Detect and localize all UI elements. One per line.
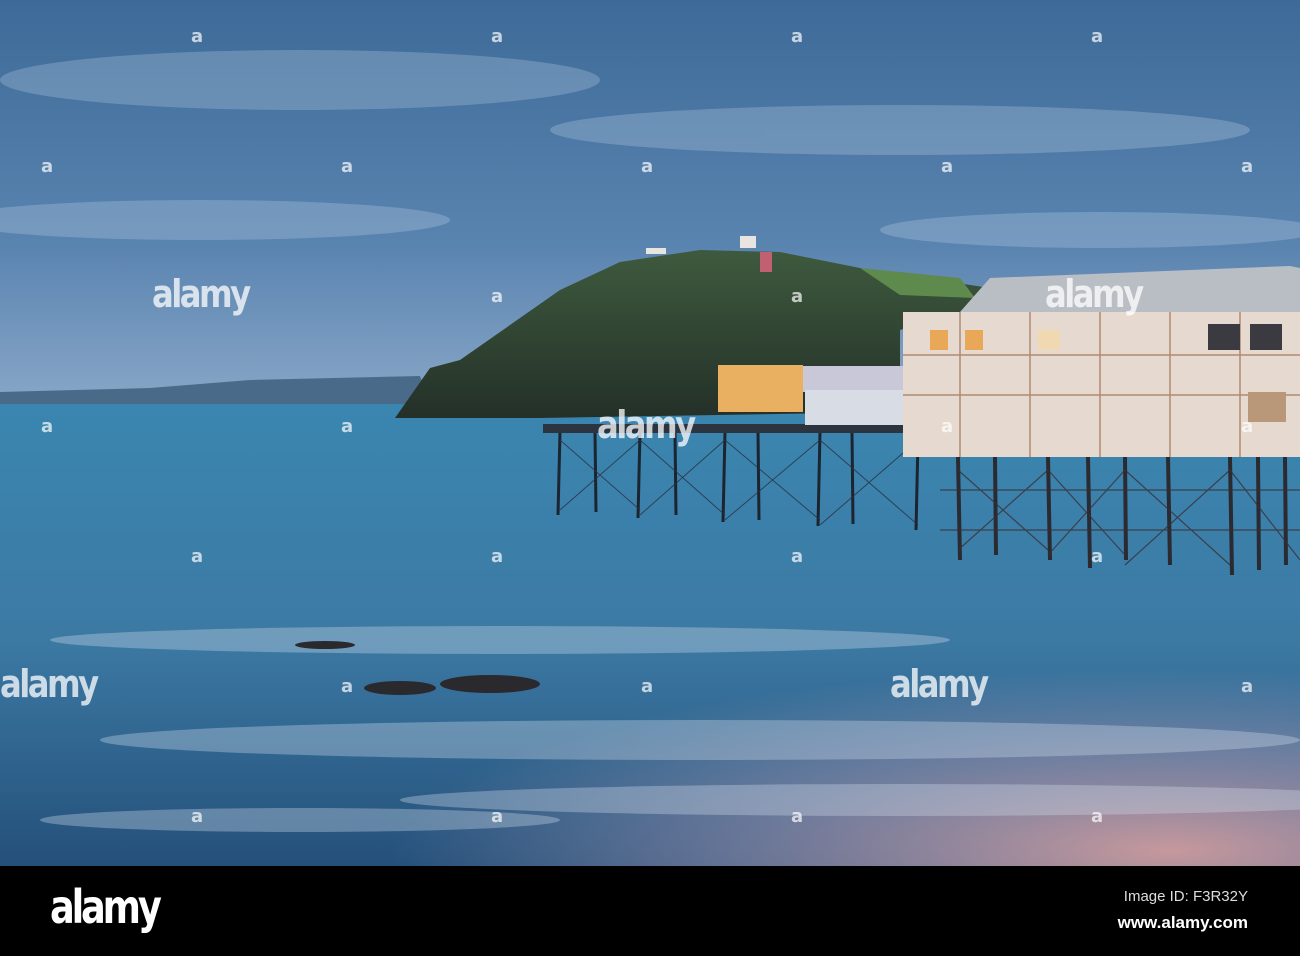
pier-shelter — [805, 390, 905, 425]
site-url: www.alamy.com — [1117, 913, 1248, 932]
watermark-mark: a — [791, 26, 804, 47]
watermark-mark: a — [191, 26, 204, 47]
watermark: alamy — [890, 662, 989, 706]
watermark-mark: a — [791, 286, 804, 307]
watermark-mark: a — [491, 806, 504, 827]
watermark-mark: a — [191, 546, 204, 567]
watermark-mark: a — [341, 676, 354, 697]
watermark-mark: a — [491, 286, 504, 307]
watermark-mark: a — [1091, 546, 1104, 567]
watermark: alamy — [152, 272, 251, 316]
watermark-mark: a — [1091, 26, 1104, 47]
watermark-mark: a — [191, 806, 204, 827]
footer-bar: alamy Image ID: F3R32Y www.alamy.com — [0, 866, 1300, 956]
photo-frame: alamy alamy alamy alamy alamy a a a a a … — [0, 0, 1300, 956]
watermark-mark: a — [41, 416, 54, 437]
watermark-mark: a — [1241, 156, 1254, 177]
watermark-mark: a — [641, 156, 654, 177]
watermark-mark: a — [1241, 416, 1254, 437]
watermark-mark: a — [491, 546, 504, 567]
watermark-mark: a — [941, 416, 954, 437]
watermark-mark: a — [341, 416, 354, 437]
watermark-mark: a — [791, 806, 804, 827]
lit-hotel — [718, 365, 803, 412]
watermark-mark: a — [41, 156, 54, 177]
watermark-mark: a — [341, 156, 354, 177]
watermark-mark: a — [791, 546, 804, 567]
alamy-logo: alamy — [50, 880, 162, 934]
image-id: Image ID: F3R32Y — [1123, 888, 1248, 905]
watermark-mark: a — [1241, 676, 1254, 697]
watermark: alamy — [0, 662, 99, 706]
seafront-terrace — [803, 366, 903, 392]
watermark-mark: a — [641, 676, 654, 697]
watermark-mark: a — [491, 26, 504, 47]
watermark-mark: a — [941, 156, 954, 177]
watermark: alamy — [1045, 272, 1144, 316]
watermark: alamy — [597, 403, 696, 447]
watermark-mark: a — [1091, 806, 1104, 827]
